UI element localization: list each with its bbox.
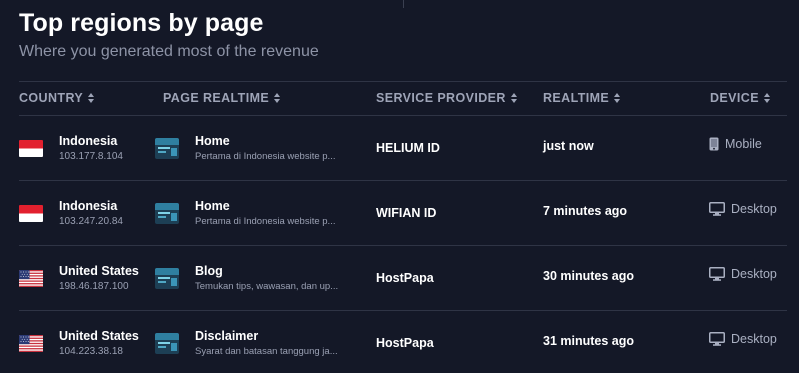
indonesia-flag-icon <box>19 205 43 222</box>
column-header-service-provider[interactable]: SERVICE PROVIDER <box>376 91 517 105</box>
device-cell: Desktop <box>709 267 777 281</box>
column-header-label: REALTIME <box>543 91 610 105</box>
realtime-value: 7 minutes ago <box>543 204 628 218</box>
desktop-icon <box>709 267 725 281</box>
device-label: Desktop <box>731 267 777 281</box>
service-provider: HostPapa <box>376 271 434 285</box>
page-thumbnail[interactable] <box>155 138 179 159</box>
column-header-country[interactable]: COUNTRY <box>19 91 95 105</box>
indonesia-flag-icon <box>19 140 43 157</box>
panel-title: Top regions by page <box>19 9 264 37</box>
device-cell: Desktop <box>709 332 777 346</box>
page-title-link[interactable]: Home <box>195 199 230 213</box>
page-thumbnail[interactable] <box>155 268 179 289</box>
service-provider: HELIUM ID <box>376 141 440 155</box>
panel-subtitle: Where you generated most of the revenue <box>19 43 319 60</box>
sort-icon <box>88 93 95 103</box>
page-title-link[interactable]: Blog <box>195 264 223 278</box>
top-divider <box>403 0 404 8</box>
ip-address: 103.177.8.104 <box>59 151 123 162</box>
country-name: United States <box>59 329 139 343</box>
sort-icon <box>510 93 517 103</box>
header-top-divider <box>19 81 787 82</box>
united-states-flag-icon <box>19 335 43 352</box>
top-regions-panel: Top regions by page Where you generated … <box>0 0 799 373</box>
table-row[interactable]: Indonesia 103.177.8.104 Home Pertama di … <box>0 116 799 180</box>
column-header-label: DEVICE <box>710 91 759 105</box>
device-label: Mobile <box>725 137 762 151</box>
ip-address: 103.247.20.84 <box>59 216 123 227</box>
page-description: Temukan tips, wawasan, dan up... <box>195 281 339 292</box>
mobile-icon <box>709 137 719 151</box>
page-thumbnail[interactable] <box>155 333 179 354</box>
ip-address: 104.223.38.18 <box>59 346 123 357</box>
ip-address: 198.46.187.100 <box>59 281 129 292</box>
sort-icon <box>763 93 770 103</box>
device-label: Desktop <box>731 202 777 216</box>
device-cell: Mobile <box>709 137 762 151</box>
country-name: Indonesia <box>59 199 118 213</box>
page-thumbnail[interactable] <box>155 203 179 224</box>
page-title-link[interactable]: Disclaimer <box>195 329 258 343</box>
page-description: Pertama di Indonesia website p... <box>195 216 336 227</box>
column-header-label: SERVICE PROVIDER <box>376 91 506 105</box>
table-row[interactable]: United States 104.223.38.18 Disclaimer S… <box>0 311 799 373</box>
device-label: Desktop <box>731 332 777 346</box>
table-row[interactable]: United States 198.46.187.100 Blog Temuka… <box>0 246 799 310</box>
desktop-icon <box>709 202 725 216</box>
realtime-value: just now <box>543 139 594 153</box>
table-row[interactable]: Indonesia 103.247.20.84 Home Pertama di … <box>0 181 799 245</box>
page-title-link[interactable]: Home <box>195 134 230 148</box>
column-header-label: COUNTRY <box>19 91 84 105</box>
sort-icon <box>274 93 281 103</box>
realtime-value: 30 minutes ago <box>543 269 634 283</box>
country-name: United States <box>59 264 139 278</box>
column-header-device[interactable]: DEVICE <box>710 91 770 105</box>
column-header-realtime[interactable]: REALTIME <box>543 91 621 105</box>
service-provider: HostPapa <box>376 336 434 350</box>
realtime-value: 31 minutes ago <box>543 334 634 348</box>
country-name: Indonesia <box>59 134 118 148</box>
column-header-page-realtime[interactable]: PAGE REALTIME <box>163 91 281 105</box>
united-states-flag-icon <box>19 270 43 287</box>
column-header-label: PAGE REALTIME <box>163 91 270 105</box>
service-provider: WIFIAN ID <box>376 206 437 220</box>
page-description: Syarat dan batasan tanggung ja... <box>195 346 338 357</box>
page-description: Pertama di Indonesia website p... <box>195 151 336 162</box>
device-cell: Desktop <box>709 202 777 216</box>
sort-icon <box>614 93 621 103</box>
desktop-icon <box>709 332 725 346</box>
